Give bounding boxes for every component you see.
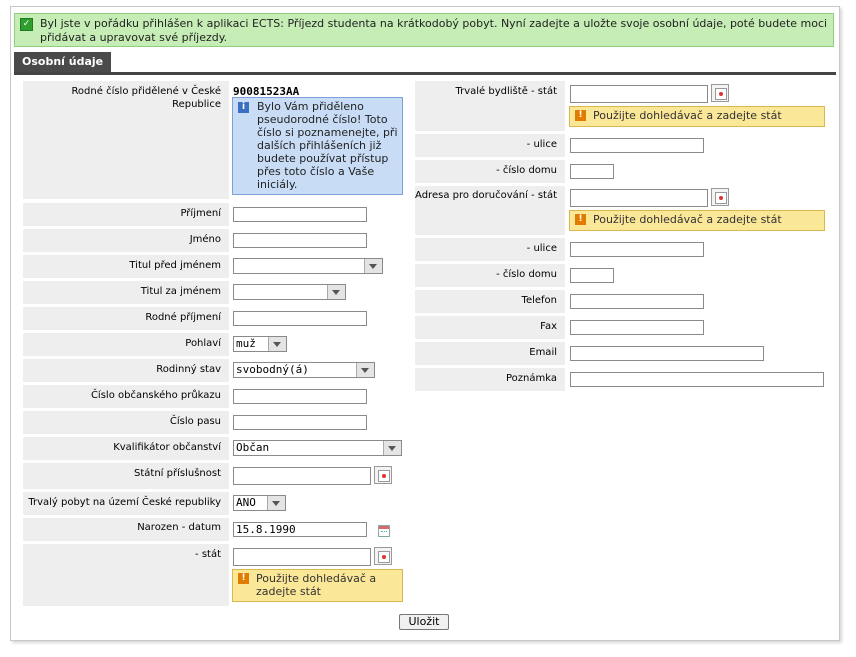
- cislo-op-input[interactable]: [233, 389, 367, 404]
- login-success-notice: ✓ Byl jste v pořádku přihlášen k aplikac…: [14, 13, 834, 47]
- warning-icon: !: [238, 573, 249, 584]
- warning-icon: !: [575, 214, 586, 225]
- jmeno-input[interactable]: [233, 233, 367, 248]
- info-icon: i: [238, 102, 249, 113]
- cislo-pasu-input[interactable]: [233, 415, 367, 430]
- trvaly-pobyt-select[interactable]: ANO: [233, 495, 286, 511]
- pohlavi-label: Pohlaví: [185, 338, 221, 349]
- titul-pred-select[interactable]: [233, 258, 383, 274]
- rodinny-stav-value: svobodný(á): [236, 363, 309, 376]
- email-label: Email: [529, 347, 557, 358]
- trvale-stat-input[interactable]: [570, 85, 708, 103]
- chevron-down-icon: [364, 259, 382, 273]
- rodne-prijmeni-input[interactable]: [233, 311, 367, 326]
- titul-za-label: Titul za jménem: [140, 286, 221, 297]
- ulice2-input[interactable]: [570, 242, 704, 257]
- cislo-domu-input[interactable]: [570, 164, 614, 179]
- calendar-icon[interactable]: [378, 525, 390, 537]
- pohlavi-value: muž: [236, 337, 256, 350]
- trvale-stat-warning: ! Použijte dohledávač a zadejte stát: [569, 106, 825, 127]
- kvalifikator-value: Občan: [236, 441, 270, 454]
- ulice2-label: - ulice: [526, 243, 557, 254]
- narozeni-stat-warning: ! Použijte dohledávač a zadejte stát: [232, 569, 403, 602]
- pseudo-rc-info: i Bylo Vám přiděleno pseudorodné číslo! …: [232, 97, 403, 195]
- chevron-down-icon: [383, 441, 401, 455]
- chevron-down-icon: [327, 285, 345, 299]
- save-button[interactable]: Uložit: [399, 614, 449, 630]
- doruc-stat-label: Adresa pro doručování - stát: [415, 190, 557, 201]
- cislo-op-label: Číslo občanského průkazu: [90, 390, 221, 401]
- cislo-domu2-label: - číslo domu: [496, 269, 557, 280]
- chevron-down-icon: [356, 363, 374, 377]
- info-text: Bylo Vám přiděleno pseudorodné číslo! To…: [257, 100, 398, 191]
- prijmeni-label: Příjmení: [180, 208, 221, 219]
- country-lookup-icon[interactable]: [711, 188, 729, 206]
- rodinny-stav-label: Rodinný stav: [156, 364, 221, 375]
- rodne-prijmeni-label: Rodné příjmení: [145, 312, 221, 323]
- narozeni-datum-label: Narozen - datum: [137, 522, 221, 533]
- country-lookup-icon[interactable]: [711, 84, 729, 102]
- doruc-stat-warning: ! Použijte dohledávač a zadejte stát: [569, 210, 825, 231]
- titul-za-select[interactable]: [233, 284, 346, 300]
- kvalifikator-label: Kvalifikátor občanství: [113, 442, 221, 453]
- titul-pred-label: Titul před jménem: [129, 260, 221, 271]
- statni-prislusnost-label: Státní příslušnost: [134, 468, 221, 479]
- kvalifikator-select[interactable]: Občan: [233, 440, 402, 456]
- chevron-down-icon: [267, 496, 285, 510]
- ulice-label: - ulice: [526, 139, 557, 150]
- statni-prislusnost-input[interactable]: [233, 467, 371, 485]
- cislo-pasu-label: Číslo pasu: [169, 416, 221, 427]
- telefon-input[interactable]: [570, 294, 704, 309]
- warning-text: Použijte dohledávač a zadejte stát: [593, 109, 782, 122]
- warning-text: Použijte dohledávač a zadejte stát: [593, 213, 782, 226]
- narozeni-stat-label: - stát: [195, 549, 221, 560]
- narozeni-stat-input[interactable]: [233, 548, 371, 566]
- poznamka-input[interactable]: [570, 372, 824, 387]
- poznamka-label: Poznámka: [506, 373, 557, 384]
- cislo-domu-label: - číslo domu: [496, 165, 557, 176]
- cislo-domu2-input[interactable]: [570, 268, 614, 283]
- jmeno-label: Jméno: [189, 234, 221, 245]
- fax-label: Fax: [540, 321, 557, 332]
- notice-text: Byl jste v pořádku přihlášen k aplikaci …: [40, 17, 828, 44]
- trvaly-pobyt-value: ANO: [236, 496, 256, 509]
- warning-text: Použijte dohledávač a zadejte stát: [256, 572, 377, 598]
- check-icon: ✓: [20, 18, 33, 31]
- pohlavi-select[interactable]: muž: [233, 336, 287, 352]
- ulice-input[interactable]: [570, 138, 704, 153]
- tab-osobni-udaje[interactable]: Osobní údaje: [14, 52, 112, 72]
- warning-icon: !: [575, 110, 586, 121]
- trvale-stat-label: Trvalé bydliště - stát: [455, 86, 557, 97]
- doruc-stat-input[interactable]: [570, 189, 708, 207]
- chevron-down-icon: [268, 337, 286, 351]
- narozeni-datum-input[interactable]: 15.8.1990: [233, 522, 367, 537]
- country-lookup-icon[interactable]: [374, 547, 392, 565]
- trvaly-pobyt-label: Trvalý pobyt na území České republiky: [28, 497, 221, 508]
- rodinny-stav-select[interactable]: svobodný(á): [233, 362, 375, 378]
- email-input[interactable]: [570, 346, 764, 361]
- tab-bar: Osobní údaje: [14, 52, 836, 75]
- rodne-cislo-label: Rodné číslo přidělené v České Republice: [71, 86, 221, 110]
- country-lookup-icon[interactable]: [374, 466, 392, 484]
- prijmeni-input[interactable]: [233, 207, 367, 222]
- telefon-label: Telefon: [521, 295, 557, 306]
- fax-input[interactable]: [570, 320, 704, 335]
